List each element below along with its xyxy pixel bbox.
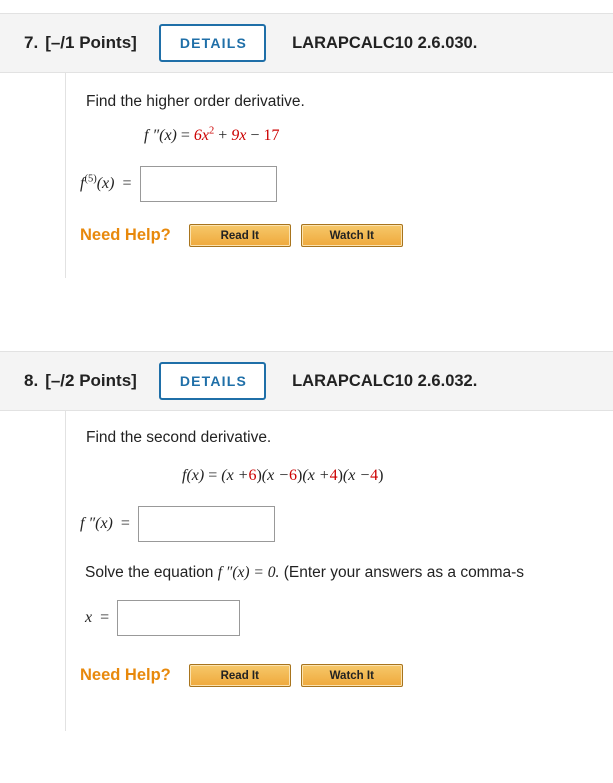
question-code: LARAPCALC10 2.6.032.	[292, 371, 478, 390]
equation-factor-2-open: (x −	[261, 467, 290, 484]
equation-operator-2: −	[250, 127, 260, 144]
question-prompt: Find the higher order derivative.	[86, 93, 305, 110]
equation-factor-4-const: 4	[370, 467, 379, 484]
equation-factor-4-close: )	[378, 467, 384, 484]
read-it-button[interactable]: Read It	[188, 664, 291, 687]
question-equation: f ″(x) = 6x2 + 9x − 17	[144, 125, 613, 145]
equation-factor-2-const: 6	[289, 467, 298, 484]
question-header-7: 7. [–/1 Points] DETAILS LARAPCALC10 2.6.…	[0, 13, 613, 73]
answer-row-x: x =	[85, 600, 613, 636]
need-help-label: Need Help?	[80, 666, 171, 684]
x-label: x =	[85, 609, 110, 626]
equation-factor-3-open: (x +	[302, 467, 330, 484]
watch-it-button[interactable]: Watch It	[300, 224, 403, 247]
equation-factor-3-const: 4	[329, 467, 338, 484]
answer-input[interactable]	[139, 166, 277, 202]
watch-it-button[interactable]: Watch It	[300, 664, 403, 687]
equation-term-2: 9x	[231, 127, 247, 144]
question-body-7: Find the higher order derivative. f ″(x)…	[65, 73, 613, 278]
help-row: Need Help? Read It Watch It	[80, 224, 613, 247]
answer-label: f(5)(x) =	[80, 173, 132, 192]
question-code: LARAPCALC10 2.6.030.	[292, 33, 478, 52]
solve-equation: f ″(x) = 0.	[217, 564, 280, 581]
equation-term-1: 6x	[193, 127, 210, 144]
equation-factor-4-open: (x −	[342, 467, 371, 484]
need-help-label: Need Help?	[80, 226, 171, 244]
equation-factor-1-open: (x +	[221, 467, 249, 484]
details-button[interactable]: DETAILS	[158, 362, 267, 400]
question-block-7: 7. [–/1 Points] DETAILS LARAPCALC10 2.6.…	[0, 13, 613, 278]
details-button[interactable]: DETAILS	[158, 24, 267, 62]
equation-term-3: 17	[263, 127, 280, 144]
question-body-8: Find the second derivative. f(x) = (x +6…	[65, 411, 613, 731]
question-block-8: 8. [–/2 Points] DETAILS LARAPCALC10 2.6.…	[0, 351, 613, 731]
read-it-button[interactable]: Read It	[188, 224, 291, 247]
equation-term-1-exponent: 2	[209, 125, 215, 137]
answer-row-second-derivative: f ″(x) =	[80, 506, 613, 542]
question-equation: f(x) = (x +6)(x −6)(x +4)(x −4)	[182, 467, 613, 485]
question-points: [–/2 Points]	[45, 371, 137, 390]
question-number: 7.	[24, 33, 39, 52]
equation-equals: =	[180, 127, 190, 144]
answer-row: f(5)(x) =	[80, 166, 613, 202]
solve-instruction: Solve the equation f ″(x) = 0. (Enter yo…	[85, 564, 525, 581]
equation-lhs: f(x)	[182, 467, 205, 484]
answer-input-second-derivative[interactable]	[137, 506, 275, 542]
question-prompt: Find the second derivative.	[86, 429, 272, 446]
question-number: 8.	[24, 371, 39, 390]
help-row: Need Help? Read It Watch It	[80, 664, 613, 687]
answer-label: f ″(x) =	[80, 515, 130, 532]
question-points: [–/1 Points]	[45, 33, 137, 52]
equation-equals: =	[208, 467, 218, 484]
equation-lhs: f ″(x)	[144, 127, 177, 144]
question-header-8: 8. [–/2 Points] DETAILS LARAPCALC10 2.6.…	[0, 351, 613, 411]
x-input[interactable]	[117, 600, 241, 636]
equation-operator-1: +	[218, 127, 228, 144]
